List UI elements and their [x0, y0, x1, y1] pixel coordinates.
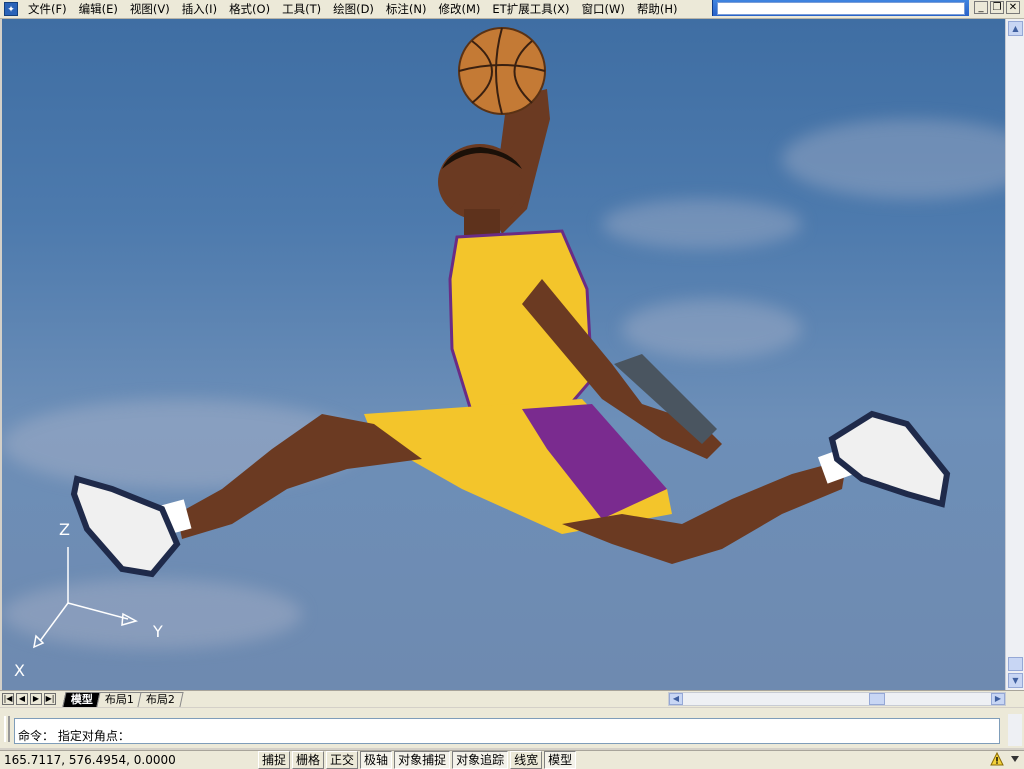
menu-tools[interactable]: 工具(T)	[276, 0, 327, 18]
first-tab-icon[interactable]: |◀	[2, 693, 14, 705]
menu-dimension[interactable]: 标注(N)	[380, 0, 433, 18]
tab-model[interactable]: 模型	[62, 691, 102, 707]
title-strip-field	[717, 2, 965, 15]
ucs-icon: Z Y X	[14, 520, 163, 680]
ucs-z-label: Z	[59, 520, 70, 539]
neck	[464, 209, 500, 235]
ucs-y-label: Y	[152, 622, 163, 641]
menu-draw[interactable]: 绘图(D)	[327, 0, 380, 18]
minimize-button[interactable]: _	[974, 1, 988, 14]
osnap-toggle[interactable]: 对象捕捉	[394, 751, 451, 769]
status-tray	[990, 752, 1022, 766]
menu-insert[interactable]: 插入(I)	[176, 0, 223, 18]
model-space-toggle[interactable]: 模型	[544, 751, 577, 769]
command-message: 指定对角点：	[57, 729, 130, 743]
scroll-right-icon[interactable]: ▶	[991, 693, 1005, 705]
command-grip[interactable]	[4, 716, 10, 742]
ucs-x-label: X	[14, 661, 25, 680]
status-bar: 165.7117, 576.4954, 0.0000 捕捉 栅格 正交 极轴 对…	[0, 750, 1024, 769]
horizontal-scroll-thumb[interactable]	[869, 693, 885, 705]
menu-modify[interactable]: 修改(M)	[433, 0, 487, 18]
menu-express-tools[interactable]: ET扩展工具(X)	[486, 0, 575, 18]
vertical-scrollbar[interactable]: ▲ ▼	[1005, 19, 1024, 690]
head	[438, 144, 522, 220]
basketball-icon	[458, 27, 546, 115]
tab-layout2-label: 布局2	[145, 692, 175, 706]
menu-help[interactable]: 帮助(H)	[631, 0, 684, 18]
polar-toggle[interactable]: 极轴	[360, 751, 393, 769]
horizontal-scrollbar[interactable]: ◀ ▶	[668, 692, 1006, 706]
command-window: 命令： 指定对角点：	[0, 708, 1024, 748]
command-scrollbar[interactable]	[1008, 714, 1022, 746]
tab-model-label: 模型	[70, 692, 93, 706]
drawing-canvas[interactable]: Z Y X	[2, 19, 1005, 690]
menu-file[interactable]: 文件(F)	[22, 0, 73, 18]
coordinate-readout: 165.7117, 576.4954, 0.0000	[4, 753, 176, 767]
tray-arrow-icon[interactable]	[1008, 752, 1022, 766]
next-tab-icon[interactable]: ▶	[30, 693, 42, 705]
command-line[interactable]: 命令： 指定对角点：	[14, 718, 1000, 744]
left-leg	[177, 414, 422, 539]
window-controls: _ ❐ ✕	[974, 1, 1020, 14]
app-icon[interactable]: ✦	[4, 2, 18, 16]
scroll-up-icon[interactable]: ▲	[1008, 21, 1023, 36]
menu-window[interactable]: 窗口(W)	[576, 0, 631, 18]
tab-layout2[interactable]: 布局2	[137, 691, 184, 707]
menu-edit[interactable]: 编辑(E)	[73, 0, 124, 18]
ortho-toggle[interactable]: 正交	[326, 751, 359, 769]
title-strip	[712, 0, 969, 16]
scroll-down-icon[interactable]: ▼	[1008, 673, 1023, 688]
vertical-scroll-thumb[interactable]	[1008, 657, 1023, 671]
otrack-toggle[interactable]: 对象追踪	[452, 751, 509, 769]
grid-toggle[interactable]: 栅格	[292, 751, 325, 769]
restore-button[interactable]: ❐	[990, 1, 1004, 14]
command-prompt: 命令：	[18, 729, 55, 743]
right-shoe	[828, 410, 951, 508]
warning-icon[interactable]	[990, 752, 1004, 766]
scroll-left-icon[interactable]: ◀	[669, 693, 683, 705]
snap-toggle[interactable]: 捕捉	[258, 751, 291, 769]
close-button[interactable]: ✕	[1006, 1, 1020, 14]
prev-tab-icon[interactable]: ◀	[16, 693, 28, 705]
command-text: 命令： 指定对角点：	[18, 727, 130, 744]
tab-layout1-label: 布局1	[104, 692, 134, 706]
last-tab-icon[interactable]: ▶|	[44, 693, 56, 705]
menu-format[interactable]: 格式(O)	[223, 0, 276, 18]
lineweight-toggle[interactable]: 线宽	[510, 751, 543, 769]
menu-view[interactable]: 视图(V)	[124, 0, 176, 18]
layout-tabs-bar: |◀ ◀ ▶ ▶| 模型 布局1 布局2 ◀ ▶	[0, 690, 1024, 707]
tab-layout1[interactable]: 布局1	[96, 691, 143, 707]
